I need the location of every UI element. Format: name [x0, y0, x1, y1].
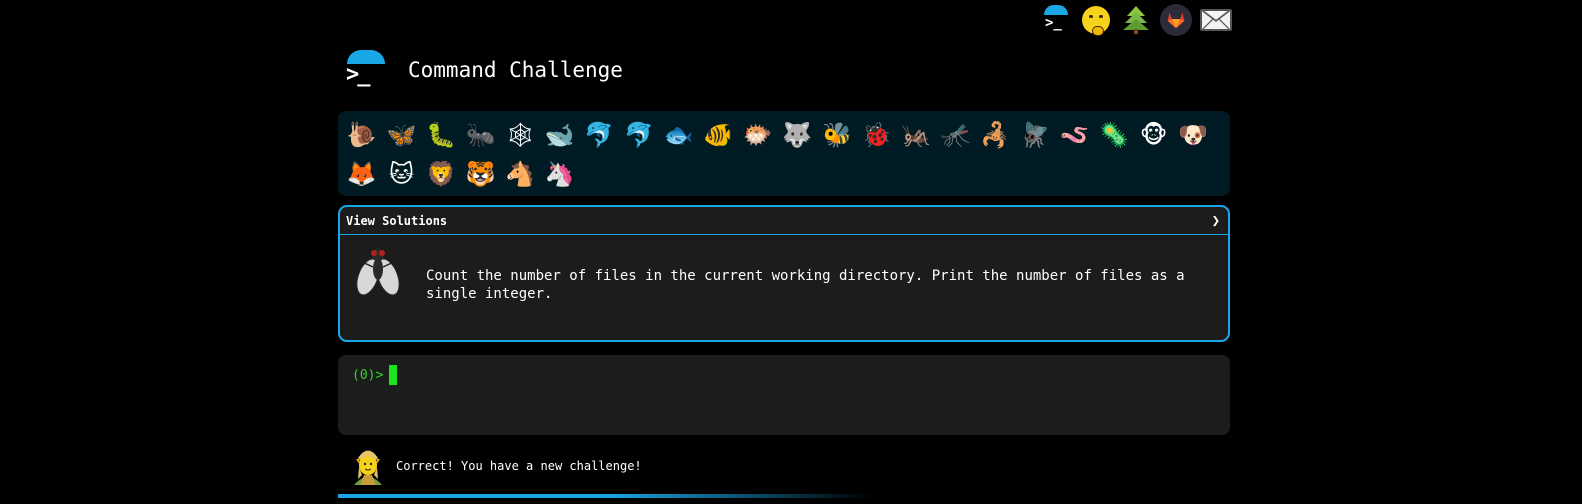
- tiger-icon[interactable]: 🐯: [461, 154, 501, 193]
- cat-icon[interactable]: 🐱: [382, 154, 422, 193]
- scorpion-icon[interactable]: 🦂: [976, 115, 1016, 154]
- elf-drawing: [354, 450, 382, 485]
- shushing-face-icon[interactable]: [1080, 4, 1112, 36]
- challenge-description: Count the number of files in the current…: [426, 268, 1185, 302]
- shark-icon[interactable]: 🐬: [619, 115, 659, 154]
- fly-drawing: [355, 249, 401, 296]
- spider-web-icon[interactable]: 🕸: [500, 115, 540, 154]
- prompt-logo-small: >_: [1041, 5, 1071, 35]
- logo-cap: [1044, 5, 1068, 15]
- top-links: >_: [1040, 4, 1232, 36]
- cricket-icon[interactable]: 🦗: [896, 115, 936, 154]
- gitlab-icon[interactable]: [1160, 4, 1192, 36]
- prompt-line: (0)>: [352, 365, 1216, 385]
- blowfish-icon[interactable]: 🐡: [738, 115, 778, 154]
- envelope-flap: [1202, 11, 1230, 29]
- status-message: Correct! You have a new challenge!: [350, 444, 642, 488]
- view-solutions-label: View Solutions: [346, 213, 448, 228]
- lion-icon[interactable]: 🦁: [421, 154, 461, 193]
- terminal-cursor[interactable]: [389, 365, 398, 385]
- challenge-picker: 🐌 🦋 🐛 🐜 🕸 🐋 🐬 🐬 🐟 🐠 🐡 🐺 🐝 🐞 🦗 🦟 🦂 🪰 🪱 🦠 🐵 🐶 🦊 🐱 🦁 🐯 🐴 🦄: [338, 111, 1230, 196]
- gitlab-badge: [1160, 4, 1192, 36]
- microbe-icon[interactable]: 🦠: [1094, 115, 1134, 154]
- solutions-panel: View Solutions ❯ Count the number of fil…: [338, 205, 1230, 342]
- gitlab-logo: [1167, 12, 1185, 29]
- fish-icon[interactable]: 🐟: [659, 115, 699, 154]
- caterpillar-icon[interactable]: 🐛: [421, 115, 461, 154]
- tropical-fish-icon[interactable]: 🐠: [698, 115, 738, 154]
- fly-icon: [352, 245, 404, 303]
- terminal-prompt: (0)>: [352, 367, 384, 383]
- hand-shape: [1092, 26, 1104, 36]
- tree-trunk: [1134, 29, 1138, 34]
- dog-icon[interactable]: 🐶: [1173, 115, 1213, 154]
- commandchallenge-link-icon[interactable]: >_: [1040, 4, 1072, 36]
- mosquito-icon[interactable]: 🦟: [936, 115, 976, 154]
- fly-icon[interactable]: 🪰: [1015, 115, 1055, 154]
- challenge-body: Count the number of files in the current…: [340, 235, 1228, 303]
- butterfly-icon[interactable]: 🦋: [382, 115, 422, 154]
- horse-icon[interactable]: 🐴: [500, 154, 540, 193]
- terminal[interactable]: (0)>: [338, 355, 1230, 435]
- page: >_ >_ Command Challenge 🐌 🦋 🐛 🐜 🕸 🐋 🐬 🐬 …: [0, 0, 1582, 504]
- fox-icon[interactable]: 🦊: [342, 154, 382, 193]
- tree-shape: [1122, 5, 1150, 35]
- ant-icon[interactable]: 🐜: [461, 115, 501, 154]
- status-text: Correct! You have a new challenge!: [396, 459, 642, 473]
- site-logo-icon[interactable]: >_: [344, 48, 388, 92]
- view-solutions-toggle[interactable]: View Solutions ❯: [340, 207, 1228, 235]
- whale-icon[interactable]: 🐋: [540, 115, 580, 154]
- chevron-right-icon: ❯: [1211, 212, 1220, 229]
- ladybug-icon[interactable]: 🐞: [857, 115, 897, 154]
- prompt-glyph: >_: [1045, 15, 1062, 31]
- envelope-shape: [1200, 9, 1232, 31]
- snail-icon[interactable]: 🐌: [342, 115, 382, 154]
- dolphin-icon[interactable]: 🐬: [580, 115, 620, 154]
- progress-bar: [338, 494, 1230, 498]
- face-shape: [1082, 6, 1110, 36]
- site-title[interactable]: Command Challenge: [408, 58, 623, 82]
- monkey-icon[interactable]: 🐵: [1134, 115, 1174, 154]
- elf-icon: [350, 445, 386, 487]
- worm-icon[interactable]: 🪱: [1055, 115, 1095, 154]
- bee-icon[interactable]: 🐝: [817, 115, 857, 154]
- wolf-icon[interactable]: 🐺: [778, 115, 818, 154]
- logo-glyph: >_: [346, 62, 370, 87]
- unicorn-icon[interactable]: 🦄: [540, 154, 580, 193]
- site-header: >_ Command Challenge: [344, 48, 623, 92]
- tree-icon[interactable]: [1120, 4, 1152, 36]
- envelope-icon[interactable]: [1200, 4, 1232, 36]
